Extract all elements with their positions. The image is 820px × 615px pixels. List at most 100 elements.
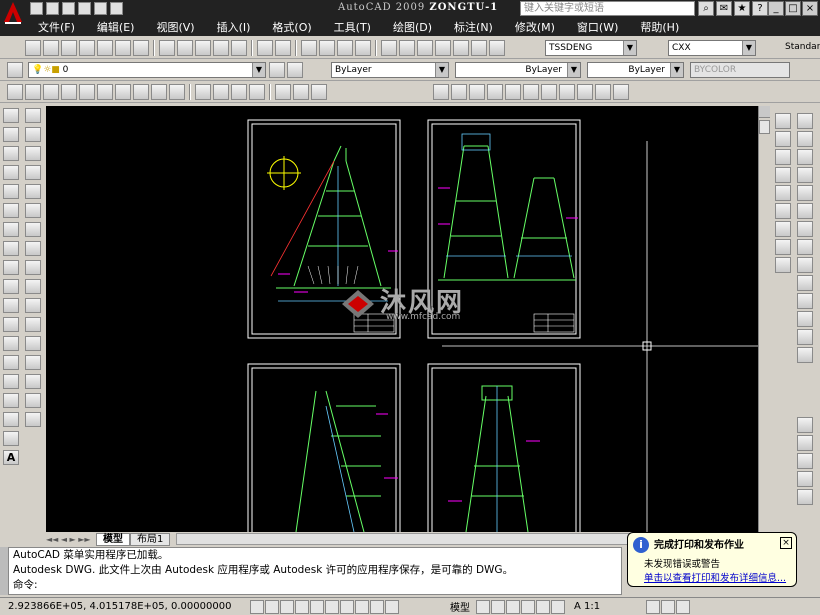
command-window[interactable]: AutoCAD 菜单实用程序已加载。 Autodesk DWG. 此文件上次由 … bbox=[8, 547, 622, 595]
undo-icon[interactable] bbox=[94, 2, 107, 15]
search-input[interactable]: 键入关键字或短语 bbox=[520, 1, 695, 16]
point-icon[interactable] bbox=[3, 355, 19, 370]
minimize-button[interactable]: _ bbox=[768, 1, 784, 16]
tab-model[interactable]: 模型 bbox=[96, 532, 130, 546]
join-icon[interactable] bbox=[25, 355, 41, 370]
workspace-icon[interactable] bbox=[646, 599, 661, 614]
help-icon[interactable]: ? bbox=[752, 1, 768, 16]
osnap-icon[interactable] bbox=[310, 599, 324, 614]
dim-angular-icon[interactable] bbox=[775, 239, 791, 255]
view-top-icon[interactable] bbox=[433, 84, 449, 100]
pan-icon[interactable] bbox=[301, 40, 317, 56]
snap-icon[interactable] bbox=[250, 599, 264, 614]
3dprint-icon[interactable] bbox=[133, 40, 149, 56]
menu-file[interactable]: 文件(F) bbox=[38, 19, 75, 35]
layer-properties-icon[interactable] bbox=[7, 62, 23, 78]
open-icon[interactable] bbox=[46, 2, 59, 15]
otrack-icon[interactable] bbox=[325, 599, 339, 614]
sphere-icon[interactable] bbox=[79, 84, 95, 100]
tab-layout1[interactable]: 布局1 bbox=[130, 532, 171, 546]
zoom-realtime-icon[interactable] bbox=[319, 40, 335, 56]
layer-previous-icon[interactable] bbox=[287, 62, 303, 78]
zoom-previous-icon[interactable] bbox=[355, 40, 371, 56]
drawing-area[interactable]: 沐风网 www.mfcad.com bbox=[46, 106, 758, 532]
open-icon[interactable] bbox=[43, 40, 59, 56]
new-icon[interactable] bbox=[30, 2, 43, 15]
fillet-icon[interactable] bbox=[25, 393, 41, 408]
region-icon[interactable] bbox=[3, 412, 19, 427]
redo-icon[interactable] bbox=[110, 2, 123, 15]
app-logo[interactable] bbox=[0, 0, 26, 36]
insert-block-icon[interactable] bbox=[3, 317, 19, 332]
ortho-icon[interactable] bbox=[280, 599, 294, 614]
menu-window[interactable]: 窗口(W) bbox=[577, 19, 618, 35]
gradient-icon[interactable] bbox=[3, 393, 19, 408]
array-icon[interactable] bbox=[25, 184, 41, 199]
pyramid-icon[interactable] bbox=[133, 84, 149, 100]
layer-walk-icon[interactable] bbox=[797, 417, 813, 433]
menu-modify[interactable]: 修改(M) bbox=[515, 19, 555, 35]
sheet-set-icon[interactable] bbox=[435, 40, 451, 56]
table-style-select[interactable]: Standar bbox=[782, 40, 820, 56]
presspull-icon[interactable] bbox=[213, 84, 229, 100]
coordinate-readout[interactable]: 2.923866E+05, 4.015178E+05, 0.00000000 bbox=[0, 601, 250, 612]
polar-icon[interactable] bbox=[295, 599, 309, 614]
explode-icon[interactable] bbox=[25, 412, 41, 427]
osnap-parallel-icon[interactable] bbox=[797, 347, 813, 363]
linetype-select[interactable]: ByLayer ▼ bbox=[455, 62, 581, 78]
quickcalc-icon[interactable] bbox=[471, 40, 487, 56]
menu-format[interactable]: 格式(O) bbox=[272, 19, 311, 35]
redo-icon[interactable] bbox=[275, 40, 291, 56]
menu-edit[interactable]: 编辑(E) bbox=[97, 19, 135, 35]
tool-palettes-icon[interactable] bbox=[417, 40, 433, 56]
preview-icon[interactable] bbox=[97, 40, 113, 56]
close-notification-button[interactable]: × bbox=[780, 537, 792, 549]
arc-icon[interactable] bbox=[3, 203, 19, 218]
revcloud-icon[interactable] bbox=[3, 241, 19, 256]
scale-icon[interactable] bbox=[25, 241, 41, 256]
lwt-icon[interactable] bbox=[370, 599, 384, 614]
dim-ordinate-icon[interactable] bbox=[775, 167, 791, 183]
print-icon[interactable] bbox=[78, 2, 91, 15]
color-select[interactable]: ByLayer ▼ bbox=[331, 62, 449, 78]
layer-freeze-icon[interactable] bbox=[797, 453, 813, 469]
view-right-icon[interactable] bbox=[487, 84, 503, 100]
matchprop-icon[interactable] bbox=[213, 40, 229, 56]
menu-dimension[interactable]: 标注(N) bbox=[454, 19, 493, 35]
dim-radius-icon[interactable] bbox=[775, 185, 791, 201]
rotate-icon[interactable] bbox=[25, 222, 41, 237]
polysolid-icon[interactable] bbox=[7, 84, 23, 100]
make-current-icon[interactable] bbox=[269, 62, 285, 78]
command-prompt[interactable]: 命令: bbox=[13, 578, 621, 593]
copy-icon[interactable] bbox=[177, 40, 193, 56]
view-left-icon[interactable] bbox=[469, 84, 485, 100]
layer-select[interactable]: 💡☼■ 0 ▼ bbox=[28, 62, 266, 78]
draw-order-icon[interactable] bbox=[797, 113, 813, 129]
quick-dim-icon[interactable] bbox=[775, 257, 791, 273]
ducs-icon[interactable] bbox=[340, 599, 354, 614]
ellipse-icon[interactable] bbox=[3, 279, 19, 294]
osnap-midpoint-icon[interactable] bbox=[797, 239, 813, 255]
view-bottom-icon[interactable] bbox=[451, 84, 467, 100]
helix-icon[interactable] bbox=[151, 84, 167, 100]
union-icon[interactable] bbox=[275, 84, 291, 100]
hatch-icon[interactable] bbox=[3, 374, 19, 389]
view-back-icon[interactable] bbox=[523, 84, 539, 100]
copy-object-icon[interactable] bbox=[25, 127, 41, 142]
circle-icon[interactable] bbox=[3, 222, 19, 237]
favorites-icon[interactable]: ★ bbox=[734, 1, 750, 16]
markup-icon[interactable] bbox=[453, 40, 469, 56]
sweep-icon[interactable] bbox=[231, 84, 247, 100]
block-editor-icon[interactable] bbox=[231, 40, 247, 56]
maximize-button[interactable]: □ bbox=[785, 1, 801, 16]
communication-icon[interactable]: ✉ bbox=[716, 1, 732, 16]
polyline-icon[interactable] bbox=[3, 146, 19, 161]
edit-hatch-icon[interactable] bbox=[797, 131, 813, 147]
scroll-up-button[interactable] bbox=[759, 106, 770, 118]
notification-link[interactable]: 单击以查看打印和发布详细信息... bbox=[644, 570, 792, 584]
osnap-tangent-icon[interactable] bbox=[797, 311, 813, 327]
menu-help[interactable]: 帮助(H) bbox=[640, 19, 679, 35]
tray-settings-icon[interactable] bbox=[676, 599, 691, 614]
xline-icon[interactable] bbox=[3, 127, 19, 142]
help-icon[interactable] bbox=[489, 40, 505, 56]
